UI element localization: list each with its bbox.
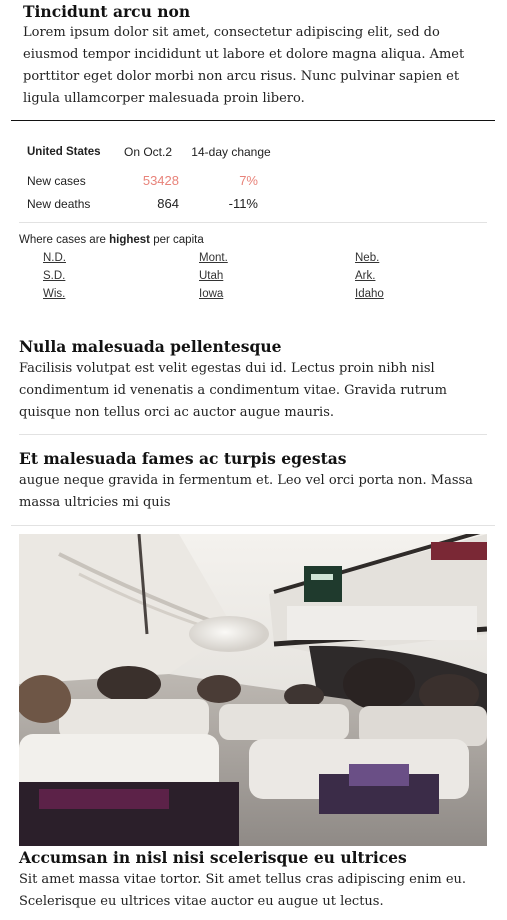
label-suffix: per capita <box>150 234 204 246</box>
state-link-neb[interactable]: Neb. <box>355 252 379 264</box>
new-cases-change: 7% <box>239 173 258 188</box>
airplane-cabin-image <box>19 534 487 846</box>
table-row: New cases 53428 7% <box>27 169 281 192</box>
state-link-ark[interactable]: Ark. <box>355 270 375 282</box>
state-link-utah[interactable]: Utah <box>199 270 223 282</box>
story-summary: augue neque gravida in fermentum et. Leo… <box>19 473 473 510</box>
new-deaths-change: -11% <box>228 196 258 211</box>
state-link-sd[interactable]: S.D. <box>43 270 65 282</box>
state-link-nd[interactable]: N.D. <box>43 252 66 264</box>
story-headline[interactable]: Accumsan in nisl nisi scelerisque eu ult… <box>19 849 407 867</box>
story-headline[interactable]: Et malesuada fames ac turpis egestas <box>19 450 347 468</box>
new-cases-value: 53428 <box>142 173 179 188</box>
section-divider <box>19 434 487 435</box>
highest-per-capita-label: Where cases are highest per capita <box>19 234 204 246</box>
section-divider <box>11 120 495 121</box>
story-summary: Lorem ipsum dolor sit amet, consectetur … <box>23 25 465 106</box>
state-link-idaho[interactable]: Idaho <box>355 288 384 300</box>
row-label: New cases <box>27 173 86 188</box>
state-link-wis[interactable]: Wis. <box>43 288 65 300</box>
story-headline[interactable]: Nulla malesuada pellentesque <box>19 338 282 356</box>
story-summary: Facilisis volutpat est velit egestas dui… <box>19 361 447 420</box>
state-link-iowa[interactable]: Iowa <box>199 288 223 300</box>
table-row: New deaths 864 -11% <box>27 192 281 215</box>
cases-table: United States On Oct.2 14-day change New… <box>27 141 281 215</box>
row-label: New deaths <box>27 196 91 211</box>
cases-tracker[interactable]: United States On Oct.2 14-day change New… <box>27 141 281 215</box>
column-header-region: United States <box>27 146 101 158</box>
label-emphasis: highest <box>109 234 151 246</box>
new-deaths-value: 864 <box>157 196 179 211</box>
airplane-cabin-photo[interactable] <box>19 534 487 846</box>
column-header-date: On Oct.2 <box>123 145 173 159</box>
story-summary: Sit amet massa vitae tortor. Sit amet te… <box>19 872 467 909</box>
label-prefix: Where cases are <box>19 234 110 246</box>
state-link-mont[interactable]: Mont. <box>199 252 228 264</box>
story-headline[interactable]: Tincidunt arcu non <box>23 3 190 21</box>
section-divider <box>11 525 495 526</box>
column-header-change: 14-day change <box>191 145 271 159</box>
tracker-divider <box>19 222 487 223</box>
